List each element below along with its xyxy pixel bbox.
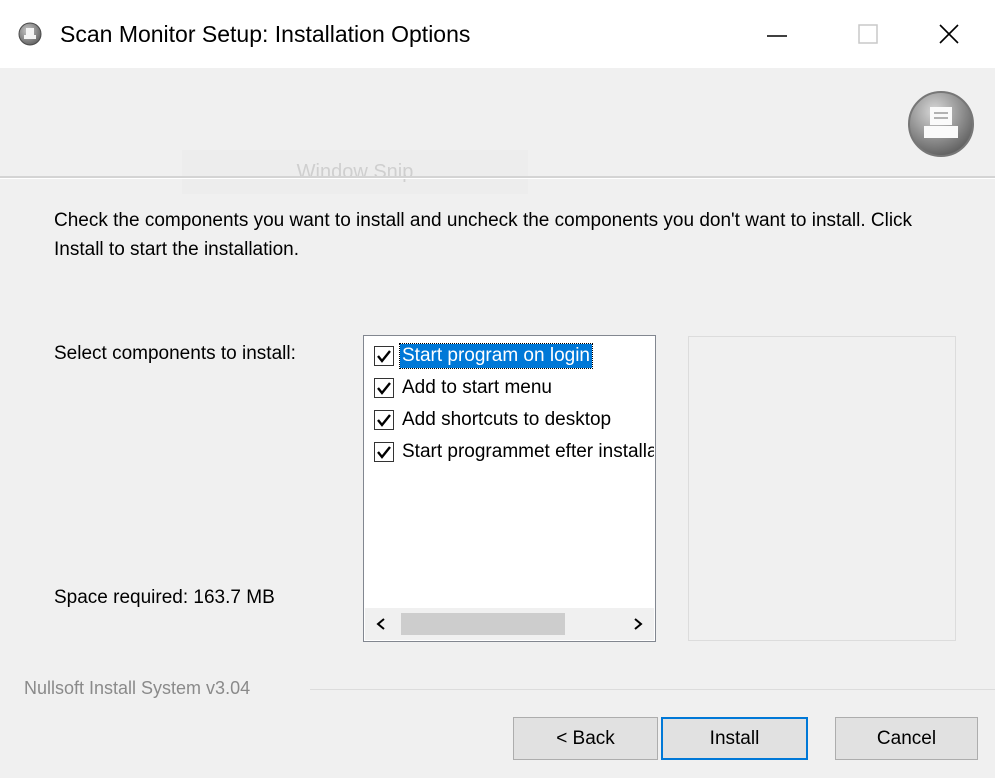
checkmark-icon — [377, 414, 391, 427]
footer-divider — [310, 689, 995, 690]
component-label: Add shortcuts to desktop — [402, 409, 612, 430]
branding-text: Nullsoft Install System v3.04 — [24, 678, 251, 698]
minimize-button[interactable] — [731, 0, 823, 68]
component-item[interactable]: Add shortcuts to desktop — [374, 406, 654, 434]
checkmark-icon — [377, 446, 391, 459]
close-icon — [939, 24, 959, 44]
components-list[interactable]: Start program on login Add to start menu… — [363, 335, 656, 642]
component-checkbox[interactable] — [374, 378, 394, 398]
component-checkbox[interactable] — [374, 442, 394, 462]
component-item[interactable]: Start programmet efter installation — [374, 438, 654, 466]
chevron-right-icon — [634, 618, 643, 630]
maximize-button[interactable] — [822, 0, 914, 68]
component-label: Start programmet efter installation — [402, 441, 654, 462]
printer-disc-icon — [906, 89, 976, 159]
component-item[interactable]: Start program on login — [374, 342, 654, 370]
scroll-left-button[interactable] — [365, 608, 397, 640]
scroll-thumb[interactable] — [401, 613, 565, 635]
checkmark-icon — [377, 350, 391, 363]
cancel-button[interactable]: Cancel — [835, 717, 978, 760]
component-label: Add to start menu — [402, 377, 552, 398]
back-button[interactable]: < Back — [513, 717, 658, 760]
installer-disc-icon — [18, 22, 42, 46]
header-divider — [0, 176, 995, 179]
window-title: Scan Monitor Setup: Installation Options — [60, 21, 471, 47]
component-checkbox[interactable] — [374, 346, 394, 366]
space-required-label: Space required: 163.7 MB — [54, 587, 275, 608]
chevron-left-icon — [376, 618, 385, 630]
select-components-label: Select components to install: — [54, 343, 296, 364]
component-label: Start program on login — [399, 343, 593, 369]
maximize-icon — [858, 24, 878, 44]
component-checkbox[interactable] — [374, 410, 394, 430]
minimize-icon — [767, 35, 787, 37]
ghost-overlay-text: Window Snip — [182, 150, 528, 194]
component-item[interactable]: Add to start menu — [374, 374, 654, 402]
horizontal-scrollbar[interactable] — [365, 608, 654, 640]
checkmark-icon — [377, 382, 391, 395]
intro-text: Check the components you want to install… — [54, 210, 913, 260]
description-panel — [688, 336, 956, 641]
scroll-right-button[interactable] — [622, 608, 654, 640]
install-button[interactable]: Install — [661, 717, 808, 760]
close-button[interactable] — [903, 0, 995, 68]
